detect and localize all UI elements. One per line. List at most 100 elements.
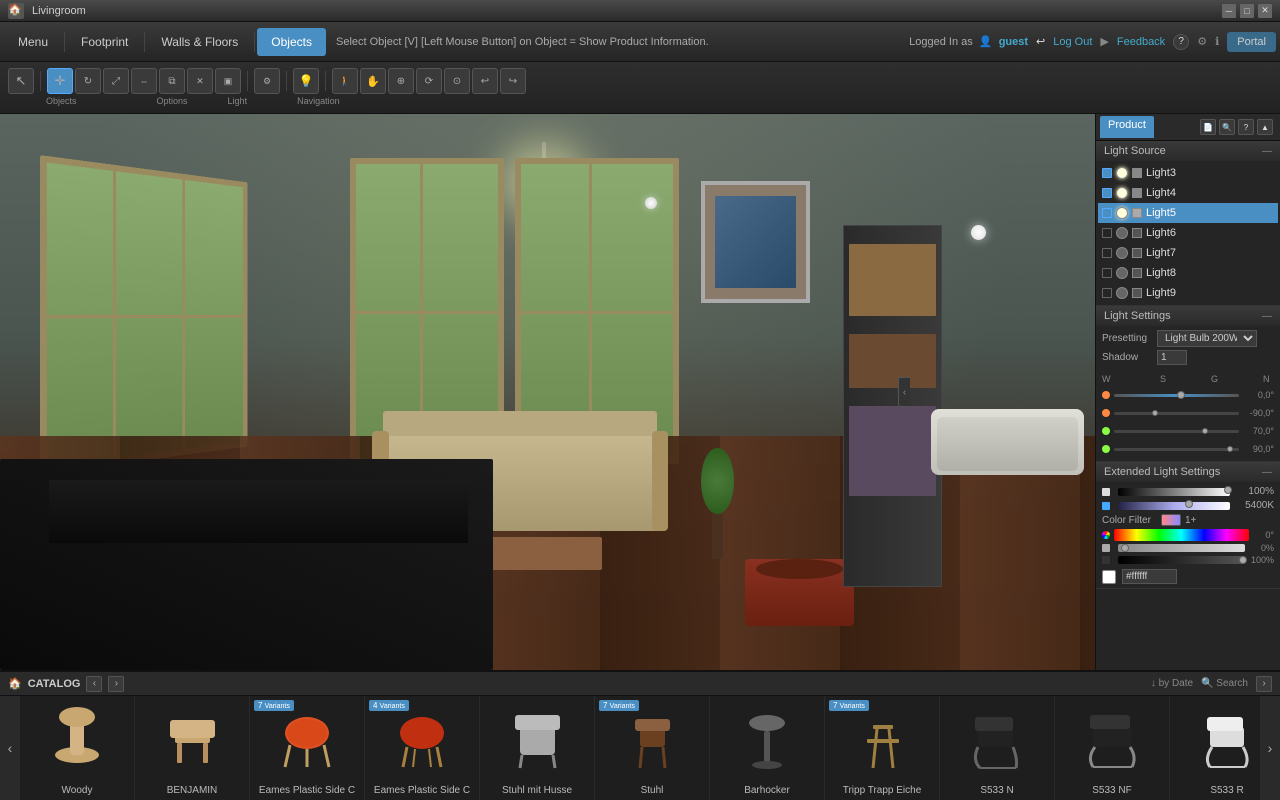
- catalog-item-barhocker[interactable]: Barhocker: [710, 696, 825, 800]
- catalog-item-s533nf[interactable]: S533 NF: [1055, 696, 1170, 800]
- light-check-4[interactable]: [1102, 188, 1112, 198]
- menu-item-walls-floors[interactable]: Walls & Floors: [147, 28, 252, 56]
- item-img-eames-2: [382, 702, 462, 772]
- maximize-button[interactable]: □: [1240, 4, 1254, 18]
- walk-tool-icon[interactable]: 🚶: [332, 68, 358, 94]
- color-filter-row: Color Filter 1+: [1102, 514, 1274, 526]
- light-check-9[interactable]: [1102, 288, 1112, 298]
- menu-item-objects[interactable]: Objects: [257, 28, 326, 56]
- close-button[interactable]: ✕: [1258, 4, 1272, 18]
- light-item-8[interactable]: Light8: [1098, 263, 1278, 283]
- panel-icon-3[interactable]: ?: [1238, 119, 1254, 135]
- zoom-tool-icon[interactable]: ⊕: [388, 68, 414, 94]
- viewport[interactable]: ‹: [0, 114, 1095, 670]
- item-img-s533nf: [1072, 702, 1152, 772]
- move-tool-icon[interactable]: ✛: [47, 68, 73, 94]
- menu-item-menu[interactable]: Menu: [4, 28, 62, 56]
- panel-icon-2[interactable]: 🔍: [1219, 119, 1235, 135]
- redo-icon[interactable]: ↪: [500, 68, 526, 94]
- color-swatch[interactable]: [1102, 570, 1116, 584]
- catalog: 🏠 CATALOG ‹ › ↓ by Date 🔍 Search › ‹ Woo: [0, 670, 1280, 800]
- light-check-7[interactable]: [1102, 248, 1112, 258]
- catalog-item-eames-1[interactable]: 7 Variants Eames Plastic Side C: [250, 696, 365, 800]
- catalog-item-tripp-trapp[interactable]: 7 Variants Tripp Trapp Eiche: [825, 696, 940, 800]
- catalog-prev-button[interactable]: ‹: [86, 676, 102, 692]
- catalog-scroll-right[interactable]: ›: [1260, 696, 1280, 800]
- menu-item-footprint[interactable]: Footprint: [67, 28, 142, 56]
- toolbar-sep-1: [40, 71, 41, 91]
- slider-s-row: -90,0°: [1102, 405, 1274, 421]
- light-item-9[interactable]: Light9: [1098, 283, 1278, 303]
- right-panel: Product 📄 🔍 ? ▲ Light Source — Light3: [1095, 114, 1280, 670]
- settings-icon[interactable]: ⚙: [1197, 35, 1207, 48]
- panel-collapse-handle[interactable]: ‹: [898, 377, 910, 407]
- options-tool-icon[interactable]: ⚙: [254, 68, 280, 94]
- light-item-3[interactable]: Light3: [1098, 163, 1278, 183]
- catalog-item-stuhl[interactable]: 7 Variants Stuhl: [595, 696, 710, 800]
- toolbar-light-label: Light: [228, 96, 248, 106]
- rotate-tool-icon[interactable]: ↻: [75, 68, 101, 94]
- info-icon[interactable]: ℹ: [1215, 35, 1219, 48]
- help-icon[interactable]: ?: [1173, 34, 1189, 50]
- light-source-header[interactable]: Light Source —: [1096, 141, 1280, 161]
- color-filter-preview[interactable]: [1161, 514, 1181, 526]
- extended-collapse[interactable]: —: [1262, 467, 1272, 478]
- catalog-expand-button[interactable]: ›: [1256, 676, 1272, 692]
- light-check-6[interactable]: [1102, 228, 1112, 238]
- delete-tool-icon[interactable]: ✕: [187, 68, 213, 94]
- extended-header[interactable]: Extended Light Settings —: [1096, 462, 1280, 482]
- catalog-item-benjamin[interactable]: BENJAMIN: [135, 696, 250, 800]
- slider-g-row: 70,0°: [1102, 423, 1274, 439]
- light-item-4[interactable]: Light4: [1098, 183, 1278, 203]
- light-item-6[interactable]: Light6: [1098, 223, 1278, 243]
- color-spectrum[interactable]: [1114, 529, 1249, 541]
- item-name-s533nf: S533 NF: [1092, 785, 1131, 796]
- catalog-sort-label[interactable]: ↓ by Date: [1151, 678, 1193, 689]
- catalog-scroll-left[interactable]: ‹: [0, 696, 20, 800]
- minimize-button[interactable]: ─: [1222, 4, 1236, 18]
- logout-link[interactable]: Log Out: [1053, 36, 1092, 48]
- light-tool-icon[interactable]: 💡: [293, 68, 319, 94]
- product-tab[interactable]: Product: [1100, 116, 1154, 138]
- light-item-5[interactable]: Light5: [1098, 203, 1278, 223]
- menubar-right: Logged In as 👤 guest ↩ Log Out ▶ Feedbac…: [909, 32, 1276, 52]
- select-tool-icon[interactable]: ↖: [8, 68, 34, 94]
- light-settings-header[interactable]: Light Settings —: [1096, 306, 1280, 326]
- wall-art: [701, 181, 811, 303]
- panel-icon-4[interactable]: ▲: [1257, 119, 1273, 135]
- catalog-item-s533r[interactable]: S533 R: [1170, 696, 1260, 800]
- catalog-item-stuhl-husse[interactable]: Stuhl mit Husse: [480, 696, 595, 800]
- presetting-select[interactable]: Light Bulb 200W: [1157, 330, 1257, 347]
- pan-tool-icon[interactable]: ✋: [360, 68, 386, 94]
- scale-tool-icon[interactable]: ⤢: [103, 68, 129, 94]
- shadow-input[interactable]: [1157, 350, 1187, 365]
- eames1-svg: [270, 705, 345, 770]
- catalog-item-woody[interactable]: Woody: [20, 696, 135, 800]
- item-name-barhocker: Barhocker: [744, 785, 790, 796]
- catalog-item-s533n[interactable]: S533 N: [940, 696, 1055, 800]
- mirror-tool-icon[interactable]: ⇔: [131, 68, 157, 94]
- undo-icon[interactable]: ↩: [472, 68, 498, 94]
- light-source-collapse[interactable]: —: [1262, 146, 1272, 157]
- feedback-link[interactable]: Feedback: [1117, 36, 1165, 48]
- light-check-5[interactable]: [1102, 208, 1112, 218]
- light-bulb-3: [1116, 167, 1128, 179]
- light-check-3[interactable]: [1102, 168, 1112, 178]
- panel-icon-1[interactable]: 📄: [1200, 119, 1216, 135]
- hex-input[interactable]: [1122, 569, 1177, 584]
- reset-view-icon[interactable]: ⊙: [444, 68, 470, 94]
- piano: [0, 459, 493, 670]
- orbit-tool-icon[interactable]: ⟳: [416, 68, 442, 94]
- portal-button[interactable]: Portal: [1227, 32, 1276, 52]
- light-check-8[interactable]: [1102, 268, 1112, 278]
- copy-tool-icon[interactable]: ⧉: [159, 68, 185, 94]
- light-item-7[interactable]: Light7: [1098, 243, 1278, 263]
- group-tool-icon[interactable]: ▣: [215, 68, 241, 94]
- catalog-next-button[interactable]: ›: [108, 676, 124, 692]
- light-settings-collapse[interactable]: —: [1262, 311, 1272, 322]
- item-name-woody: Woody: [62, 785, 93, 796]
- item-img-tripp-trapp: [842, 702, 922, 772]
- catalog-search-label[interactable]: 🔍 Search: [1201, 678, 1248, 689]
- toolbar-objects-label: Objects: [46, 96, 77, 106]
- catalog-item-eames-2[interactable]: 4 Variants Eames Plastic Side C: [365, 696, 480, 800]
